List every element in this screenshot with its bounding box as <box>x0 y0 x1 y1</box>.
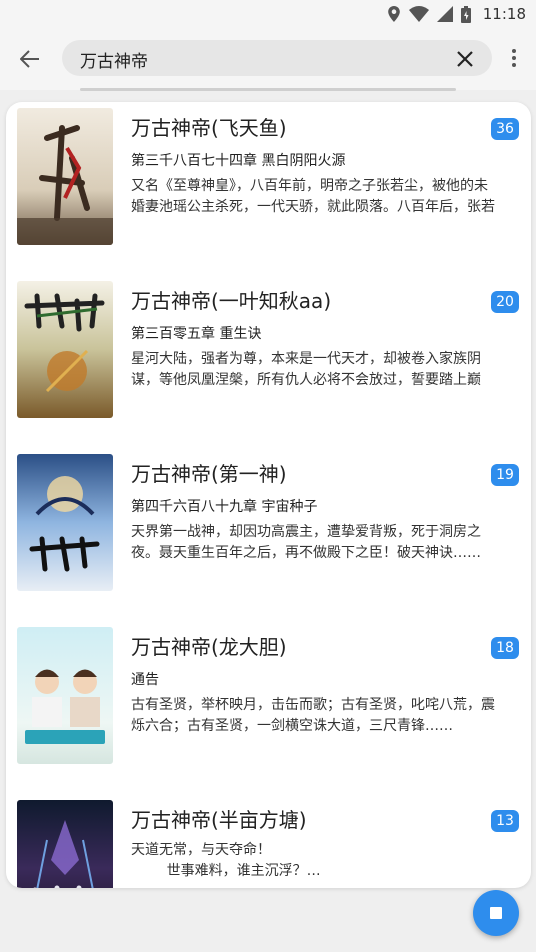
book-item[interactable]: 万古神帝(飞天鱼) 36 第三千八百七十四章 黑白阴阳火源 又名《至尊神皇》，八… <box>6 102 531 262</box>
book-cover <box>17 627 113 764</box>
signal-icon <box>436 6 453 22</box>
book-item[interactable]: 万古神帝(半亩方塘) 13 天道无常，与天夺命！ 世事难料，谁主沉浮？… <box>6 794 531 888</box>
app-bar: 万古神帝 <box>0 28 536 90</box>
book-title: 万古神帝(一叶知秋aa) <box>131 289 332 313</box>
status-icons: 11:18 <box>387 0 526 28</box>
book-intro: 古有圣贤，举杯映月，击缶而歌；古有圣贤，叱咤八荒，震烁六合；古有圣贤，一剑横空诛… <box>131 697 495 734</box>
more-vertical-icon <box>512 49 516 67</box>
status-time: 11:18 <box>482 5 526 23</box>
book-title: 万古神帝(龙大胆) <box>131 635 287 659</box>
stop-icon <box>490 907 502 919</box>
wifi-icon <box>408 6 429 22</box>
book-cover <box>17 108 113 245</box>
book-item[interactable]: 万古神帝(龙大胆) 18 通告 古有圣贤，举杯映月，击缶而歌；古有圣贤，叱咤八荒… <box>6 621 531 781</box>
search-input[interactable]: 万古神帝 <box>80 47 148 72</box>
close-icon <box>457 51 473 67</box>
latest-chapter: 通告 <box>131 672 159 688</box>
book-intro: 天道无常，与天夺命！ 世事难料，谁主沉浮？… <box>131 842 321 879</box>
book-intro: 又名《至尊神皇》，八百年前，明帝之子张若尘，被他的未婚妻池瑶公主杀死，一代天骄，… <box>131 178 495 215</box>
book-item[interactable]: 万古神帝(一叶知秋aa) 20 第三百零五章 重生诀 星河大陆，强者为尊，本来是… <box>6 275 531 435</box>
book-title: 万古神帝(飞天鱼) <box>131 116 287 140</box>
book-title: 万古神帝(第一神) <box>131 462 287 486</box>
battery-icon <box>460 5 471 23</box>
update-count-badge: 36 <box>491 118 519 140</box>
scroll-indicator <box>80 88 456 91</box>
book-cover <box>17 281 113 418</box>
latest-chapter: 第三百零五章 重生诀 <box>131 326 262 342</box>
latest-chapter: 第三千八百七十四章 黑白阴阳火源 <box>131 153 346 169</box>
book-cover <box>17 454 113 591</box>
book-cover <box>17 800 113 888</box>
book-title: 万古神帝(半亩方塘) <box>131 808 307 832</box>
location-icon <box>387 6 400 22</box>
arrow-left-icon <box>20 50 39 68</box>
latest-chapter: 第四千六百八十九章 宇宙种子 <box>131 499 318 515</box>
update-count-badge: 20 <box>491 291 519 313</box>
search-box[interactable]: 万古神帝 <box>62 40 492 76</box>
search-results-card: 万古神帝(飞天鱼) 36 第三千八百七十四章 黑白阴阳火源 又名《至尊神皇》，八… <box>6 102 531 888</box>
book-item[interactable]: 万古神帝(第一神) 19 第四千六百八十九章 宇宙种子 天界第一战神，却因功高震… <box>6 448 531 608</box>
update-count-badge: 13 <box>491 810 519 832</box>
book-intro: 星河大陆，强者为尊，本来是一代天才，却被卷入家族阴谋，等他凤凰涅槃，所有仇人必将… <box>131 351 481 388</box>
update-count-badge: 19 <box>491 464 519 486</box>
clear-search-button[interactable] <box>454 48 476 70</box>
status-bar: 11:18 <box>0 0 536 28</box>
stop-button[interactable] <box>473 890 519 936</box>
update-count-badge: 18 <box>491 637 519 659</box>
more-options-button[interactable] <box>504 42 524 74</box>
back-button[interactable] <box>14 43 46 75</box>
book-intro: 天界第一战神，却因功高震主，遭挚爱背叛，死于洞房之夜。聂天重生百年之后，再不做殿… <box>131 524 481 561</box>
